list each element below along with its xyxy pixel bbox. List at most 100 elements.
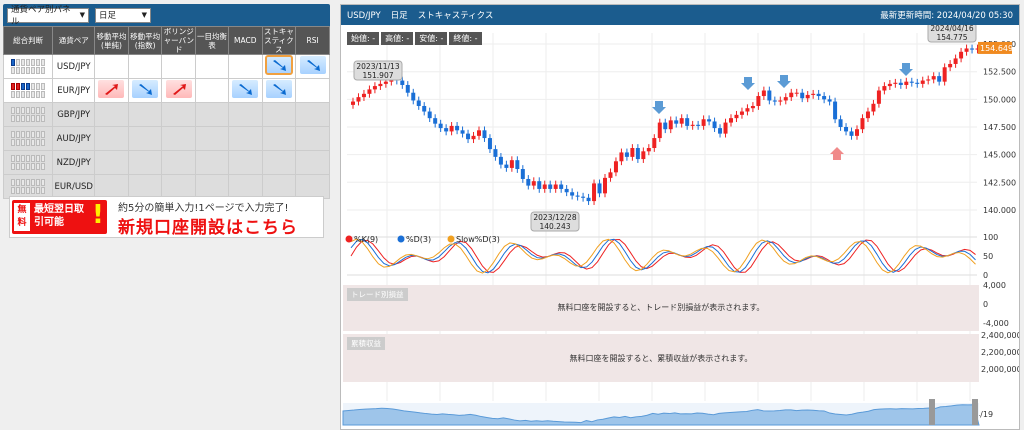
signal-cell[interactable]	[161, 54, 197, 79]
table-row[interactable]: USD/JPY	[2, 54, 330, 79]
table-row[interactable]: EUR/JPY	[2, 78, 330, 103]
signal-cell[interactable]	[195, 78, 229, 103]
signal-cell[interactable]	[227, 54, 263, 79]
signal-cell[interactable]	[195, 126, 229, 151]
legend-dot	[345, 235, 353, 243]
pair-label[interactable]: GBP/JPY	[52, 102, 96, 127]
pair-label[interactable]: AUD/JPY	[52, 126, 96, 151]
signal-cell[interactable]	[261, 78, 297, 103]
signal-cell[interactable]	[295, 174, 330, 199]
pair-panel-select[interactable]: 通貨ペア別パネル ▼	[7, 5, 89, 27]
signal-cell[interactable]	[227, 174, 263, 199]
candle-body	[433, 118, 438, 124]
stoch-legend-label: Slow%D(3)	[456, 235, 500, 244]
judgement-cell	[21, 179, 26, 186]
pair-label[interactable]: USD/JPY	[52, 54, 96, 79]
high-value: 高値: -	[381, 32, 414, 45]
signal-cell[interactable]	[295, 78, 330, 103]
signal-cell[interactable]	[295, 102, 330, 127]
open-value: 始値: -	[347, 32, 380, 45]
signal-cell[interactable]	[195, 174, 229, 199]
signal-cell[interactable]	[227, 150, 263, 175]
candle-body	[909, 81, 914, 83]
signal-cell[interactable]	[295, 54, 330, 79]
signal-cell[interactable]	[127, 174, 163, 199]
signal-cell[interactable]	[127, 150, 163, 175]
table-row[interactable]: EUR/USD	[2, 174, 330, 199]
signal-cell[interactable]	[94, 174, 129, 199]
candle-body	[405, 84, 410, 93]
judgement-cell	[31, 83, 36, 90]
judgement-cell	[26, 67, 31, 74]
signal-cell[interactable]	[227, 78, 263, 103]
signal-cell[interactable]	[261, 102, 297, 127]
signal-cell[interactable]	[295, 126, 330, 151]
signal-cell[interactable]	[195, 102, 229, 127]
signal-cell[interactable]	[94, 78, 129, 103]
signal-cell[interactable]	[127, 54, 163, 79]
signal-cell[interactable]	[161, 174, 197, 199]
pair-label[interactable]: EUR/USD	[52, 174, 96, 199]
signal-cell[interactable]	[261, 54, 297, 79]
judgement-cell	[26, 131, 31, 138]
candle-body	[789, 92, 794, 98]
signal-cell[interactable]	[161, 126, 197, 151]
signal-cell[interactable]	[94, 126, 129, 151]
candle-body	[707, 119, 712, 122]
signal-cell[interactable]	[94, 54, 129, 79]
signal-cell[interactable]	[227, 102, 263, 127]
header-cell: 総合判断	[2, 26, 54, 55]
signal-cell[interactable]	[261, 174, 297, 199]
candle-body	[822, 96, 827, 100]
signal-cell[interactable]	[94, 150, 129, 175]
candle-body	[838, 119, 843, 127]
account-open-banner[interactable]: 無料 最短翌日取引可能 ! 約5分の簡単入力!1ページで入力完了! 新規口座開設…	[9, 196, 324, 238]
chevron-down-icon: ▼	[141, 11, 147, 19]
up-arrow-icon	[98, 80, 125, 98]
signal-cell[interactable]	[127, 126, 163, 151]
signal-cell[interactable]	[261, 150, 297, 175]
pair-label[interactable]: NZD/JPY	[52, 150, 96, 175]
judgement-cell	[16, 115, 21, 122]
candle-body	[400, 80, 405, 85]
signal-cell[interactable]	[161, 102, 197, 127]
signal-cell[interactable]	[161, 78, 197, 103]
signal-cell[interactable]	[261, 126, 297, 151]
stoch-tick: 100	[983, 233, 998, 242]
candle-body	[663, 122, 668, 130]
down-arrow-icon	[299, 56, 326, 74]
candle-body	[701, 119, 706, 126]
table-row[interactable]: GBP/JPY	[2, 102, 330, 127]
candle-body	[351, 101, 355, 105]
signal-cell[interactable]	[227, 126, 263, 151]
judgement-cell	[11, 67, 16, 74]
judgement-cell	[31, 131, 36, 138]
timeframe-select[interactable]: 日足 ▼	[95, 7, 151, 23]
judgement-cell	[16, 155, 21, 162]
signal-cell[interactable]	[195, 54, 229, 79]
judgement-cell	[41, 163, 46, 170]
chart-timeframe: 日足	[390, 11, 408, 21]
signal-cell[interactable]	[195, 150, 229, 175]
signal-cell[interactable]	[127, 78, 163, 103]
table-row[interactable]: NZD/JPY	[2, 150, 330, 175]
candle-body	[849, 131, 854, 136]
signal-cell[interactable]	[127, 102, 163, 127]
candle-body	[548, 184, 553, 189]
header-cell: ストキャスティクス	[261, 26, 297, 55]
y-tick-label: 140.000	[983, 206, 1016, 215]
judgement-cell	[36, 179, 41, 186]
judgement-cell	[36, 59, 41, 66]
signal-cell[interactable]	[295, 150, 330, 175]
candle-body	[827, 99, 832, 102]
judgement-cell	[36, 115, 41, 122]
judgement-cell	[16, 163, 21, 170]
candle-body	[570, 192, 575, 196]
overall-judgement	[2, 150, 54, 175]
signal-cell[interactable]	[161, 150, 197, 175]
pair-label[interactable]: EUR/JPY	[52, 78, 96, 103]
judgement-cell	[26, 155, 31, 162]
signal-cell[interactable]	[94, 102, 129, 127]
y-tick-label: 152.500	[983, 68, 1016, 77]
table-row[interactable]: AUD/JPY	[2, 126, 330, 151]
